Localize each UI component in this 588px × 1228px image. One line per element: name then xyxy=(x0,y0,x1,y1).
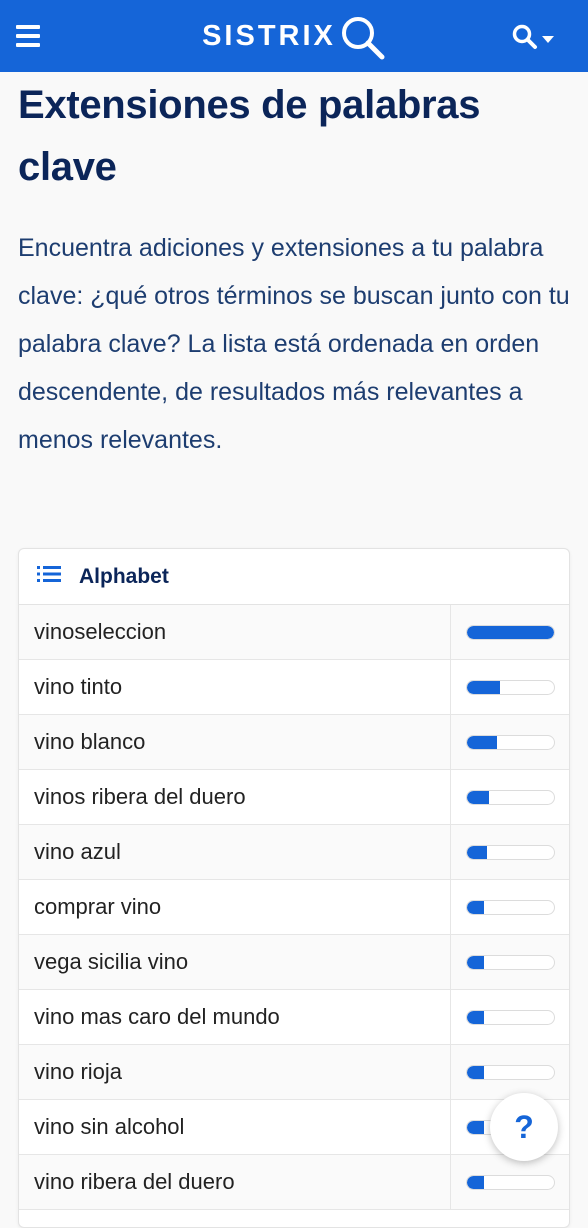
relevance-bar xyxy=(466,1009,555,1025)
keyword-cell[interactable]: vino sin alcohol xyxy=(19,1100,451,1154)
help-button[interactable]: ? xyxy=(490,1093,558,1161)
keyword-cell[interactable]: vino tinto xyxy=(19,660,451,714)
relevance-bar xyxy=(466,1174,555,1190)
sistrix-logo[interactable]: SISTRIX xyxy=(202,7,386,66)
keyword-cell[interactable]: comprar vino xyxy=(19,880,451,934)
table-row[interactable]: vino rioja xyxy=(19,1045,569,1100)
relevance-bar-fill xyxy=(467,680,501,694)
relevance-bar-fill xyxy=(467,955,484,969)
list-icon xyxy=(37,565,61,588)
table-row[interactable]: vega sicilia vino xyxy=(19,935,569,990)
relevance-cell xyxy=(451,660,569,714)
table-row[interactable]: vinoseleccion xyxy=(19,605,569,660)
keyword-cell[interactable]: vino mas caro del mundo xyxy=(19,990,451,1044)
relevance-bar-fill xyxy=(467,1065,484,1079)
keyword-cell[interactable]: vino azul xyxy=(19,825,451,879)
relevance-bar-fill xyxy=(467,845,487,859)
table-row[interactable]: vino tinto xyxy=(19,660,569,715)
relevance-cell xyxy=(451,770,569,824)
keyword-cell[interactable]: vino blanco xyxy=(19,715,451,769)
keyword-cell[interactable]: vinoseleccion xyxy=(19,605,451,659)
search-dropdown-button[interactable] xyxy=(512,24,554,55)
relevance-bar-fill xyxy=(467,1010,484,1024)
main-content: Extensiones de palabras clave Encuentra … xyxy=(18,72,570,464)
search-icon xyxy=(512,24,538,55)
keyword-extensions-card: Alphabet vinoseleccion vino tinto vino bla… xyxy=(18,548,570,1228)
table-row[interactable]: vino sin alcohol xyxy=(19,1100,569,1155)
relevance-cell xyxy=(451,1155,569,1209)
table-row[interactable]: vino blanco xyxy=(19,715,569,770)
relevance-bar xyxy=(466,899,555,915)
table-row[interactable]: vino azul xyxy=(19,825,569,880)
table-row[interactable]: comprar vino xyxy=(19,880,569,935)
relevance-bar-fill xyxy=(467,625,554,639)
relevance-bar xyxy=(466,679,555,695)
keyword-table: vinoseleccion vino tinto vino blanco vinos … xyxy=(19,605,569,1210)
relevance-bar xyxy=(466,624,555,640)
card-header: Alphabet xyxy=(19,549,569,605)
logo-magnifier-icon xyxy=(340,15,386,66)
chevron-down-icon xyxy=(542,31,554,49)
relevance-cell xyxy=(451,605,569,659)
relevance-bar xyxy=(466,789,555,805)
relevance-cell xyxy=(451,715,569,769)
relevance-cell xyxy=(451,880,569,934)
keyword-cell[interactable]: vega sicilia vino xyxy=(19,935,451,989)
keyword-cell[interactable]: vinos ribera del duero xyxy=(19,770,451,824)
keyword-cell[interactable]: vino rioja xyxy=(19,1045,451,1099)
page-title: Extensiones de palabras clave xyxy=(18,83,481,189)
relevance-bar-fill xyxy=(467,735,497,749)
relevance-cell xyxy=(451,990,569,1044)
relevance-bar-fill xyxy=(467,1175,484,1189)
top-bar: SISTRIX xyxy=(0,0,588,72)
relevance-bar xyxy=(466,844,555,860)
relevance-cell xyxy=(451,1045,569,1099)
card-title: Alphabet xyxy=(79,564,169,588)
table-row[interactable]: vino ribera del duero xyxy=(19,1155,569,1210)
relevance-cell xyxy=(451,935,569,989)
relevance-bar-fill xyxy=(467,1120,484,1134)
relevance-bar xyxy=(466,734,555,750)
relevance-cell xyxy=(451,825,569,879)
table-row[interactable]: vino mas caro del mundo xyxy=(19,990,569,1045)
table-row[interactable]: vinos ribera del duero xyxy=(19,770,569,825)
relevance-bar-fill xyxy=(467,790,489,804)
hamburger-menu-icon[interactable] xyxy=(16,25,40,47)
logo-text: SISTRIX xyxy=(202,19,336,52)
keyword-cell[interactable]: vino ribera del duero xyxy=(19,1155,451,1209)
relevance-bar xyxy=(466,954,555,970)
relevance-bar xyxy=(466,1064,555,1080)
intro-text: Encuentra adiciones y extensiones a tu p… xyxy=(18,234,570,454)
relevance-bar-fill xyxy=(467,900,484,914)
